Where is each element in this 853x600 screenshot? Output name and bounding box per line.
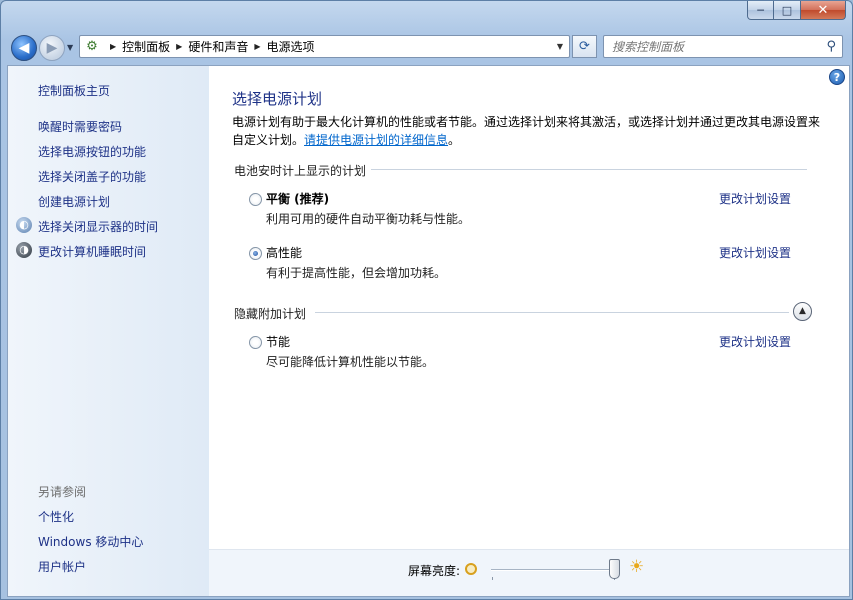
breadcrumb-separator-icon[interactable]: ▶ bbox=[176, 42, 182, 51]
forward-arrow-icon: ▶ bbox=[46, 40, 58, 56]
see-also-heading: 另请参阅 bbox=[38, 485, 87, 499]
back-button[interactable]: ◀ bbox=[11, 35, 37, 61]
intro-text: 电源计划有助于最大化计算机的性能或者节能。通过选择计划来将其激活，或选择计划并通… bbox=[232, 113, 822, 149]
change-plan-settings-balanced[interactable]: 更改计划设置 bbox=[719, 190, 791, 207]
group-divider bbox=[315, 312, 789, 313]
recent-pages-dropdown-icon[interactable]: ▼ bbox=[67, 43, 73, 52]
plan-balanced-name[interactable]: 平衡 (推荐) bbox=[266, 190, 329, 207]
sidebar-item-mobility-center[interactable]: Windows 移动中心 bbox=[38, 533, 143, 550]
plan-power-saver-radio[interactable] bbox=[249, 336, 262, 349]
plan-high-performance-name[interactable]: 高性能 bbox=[266, 244, 302, 261]
plan-high-performance-radio[interactable] bbox=[249, 247, 262, 260]
change-plan-settings-power-saver[interactable]: 更改计划设置 bbox=[719, 333, 791, 350]
maximize-button[interactable]: □ bbox=[774, 1, 801, 20]
main-panel: ? 选择电源计划 电源计划有助于最大化计算机的性能或者节能。通过选择计划来将其激… bbox=[209, 66, 849, 596]
battery-meter-plans-header: 电池安时计上显示的计划 bbox=[234, 164, 367, 178]
minimize-button[interactable]: ─ bbox=[747, 1, 774, 20]
sidebar-item-create-plan[interactable]: 创建电源计划 bbox=[38, 193, 110, 210]
sidebar-item-power-button[interactable]: 选择电源按钮的功能 bbox=[38, 143, 146, 160]
address-dropdown-icon[interactable]: ▼ bbox=[557, 42, 563, 51]
plan-details-link[interactable]: 请提供电源计划的详细信息 bbox=[304, 133, 448, 147]
search-icon[interactable]: ⚲ bbox=[826, 39, 836, 54]
breadcrumb-hardware-sound[interactable]: 硬件和声音 bbox=[188, 38, 248, 55]
refresh-button[interactable]: ⟳ bbox=[572, 35, 597, 58]
sidebar: 控制面板主页 唤醒时需要密码 选择电源按钮的功能 选择关闭盖子的功能 创建电源计… bbox=[8, 66, 209, 596]
breadcrumb-control-panel[interactable]: 控制面板 bbox=[122, 38, 170, 55]
brightness-label: 屏幕亮度: bbox=[408, 564, 461, 578]
close-button[interactable]: ✕ bbox=[801, 1, 846, 20]
search-input[interactable] bbox=[612, 39, 817, 54]
help-icon[interactable]: ? bbox=[829, 69, 845, 85]
sidebar-item-lid-close[interactable]: 选择关闭盖子的功能 bbox=[38, 168, 146, 185]
breadcrumb-power-options[interactable]: 电源选项 bbox=[267, 38, 315, 55]
brightness-slider-track[interactable] bbox=[491, 569, 615, 571]
bright-sun-icon: ☀ bbox=[629, 557, 645, 577]
search-box[interactable]: ⚲ bbox=[603, 35, 843, 58]
content-area: 控制面板主页 唤醒时需要密码 选择电源按钮的功能 选择关闭盖子的功能 创建电源计… bbox=[7, 65, 850, 597]
sidebar-item-display-off[interactable]: 选择关闭显示器的时间 bbox=[38, 218, 158, 235]
sidebar-control-panel-home[interactable]: 控制面板主页 bbox=[38, 82, 110, 99]
slider-tick bbox=[492, 577, 493, 580]
plan-power-saver-desc: 尽可能降低计算机性能以节能。 bbox=[266, 355, 435, 369]
display-shield-icon: ◐ bbox=[16, 217, 32, 233]
plan-balanced-desc: 利用可用的硬件自动平衡功耗与性能。 bbox=[266, 212, 471, 226]
plan-power-saver-name[interactable]: 节能 bbox=[266, 333, 290, 350]
intro-period: 。 bbox=[448, 133, 461, 147]
sidebar-item-user-accounts[interactable]: 用户帐户 bbox=[38, 558, 86, 575]
plan-high-performance-desc: 有利于提高性能，但会增加功耗。 bbox=[266, 266, 447, 280]
caption-buttons: ─ □ ✕ bbox=[747, 1, 846, 20]
breadcrumb-separator-icon[interactable]: ▶ bbox=[254, 42, 260, 51]
sidebar-item-wake-password[interactable]: 唤醒时需要密码 bbox=[38, 118, 122, 135]
control-panel-icon: ⚙ bbox=[86, 38, 98, 54]
brightness-footer: 屏幕亮度: ☀ bbox=[209, 549, 849, 596]
page-title: 选择电源计划 bbox=[232, 90, 323, 108]
dim-brightness-icon bbox=[465, 563, 477, 575]
refresh-icon: ⟳ bbox=[579, 39, 590, 54]
back-arrow-icon: ◀ bbox=[18, 40, 30, 56]
sidebar-item-personalization[interactable]: 个性化 bbox=[38, 508, 74, 525]
sidebar-item-sleep-time[interactable]: 更改计算机睡眠时间 bbox=[38, 243, 146, 260]
change-plan-settings-high-performance[interactable]: 更改计划设置 bbox=[719, 244, 791, 261]
group-divider bbox=[371, 169, 807, 170]
plan-balanced-radio[interactable] bbox=[249, 193, 262, 206]
hidden-plans-header[interactable]: 隐藏附加计划 bbox=[234, 305, 306, 322]
control-panel-window: ─ □ ✕ ◀ ▶ ▼ ⚙ ▶ 控制面板 ▶ 硬件和声音 ▶ 电源选项 ▼ ⟳ … bbox=[0, 0, 853, 600]
forward-button[interactable]: ▶ bbox=[39, 35, 65, 61]
sleep-moon-icon: ◑ bbox=[16, 242, 32, 258]
collapse-chevron-up-icon[interactable]: ▲ bbox=[793, 302, 812, 321]
breadcrumb-separator-icon[interactable]: ▶ bbox=[110, 42, 116, 51]
address-bar[interactable]: ⚙ ▶ 控制面板 ▶ 硬件和声音 ▶ 电源选项 ▼ bbox=[79, 35, 570, 58]
brightness-slider-thumb[interactable] bbox=[609, 559, 620, 579]
